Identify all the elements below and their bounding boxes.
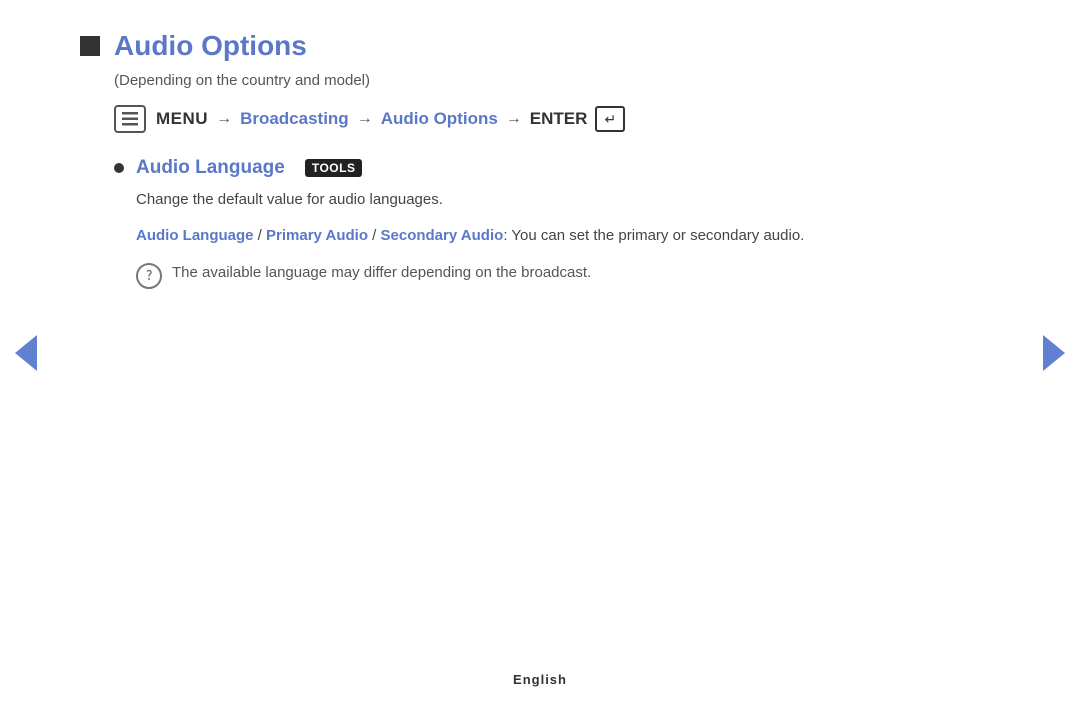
arrow-1: → bbox=[216, 110, 232, 128]
menu-label: MENU bbox=[156, 109, 208, 129]
title-square-icon bbox=[80, 36, 100, 56]
nav-left-button[interactable] bbox=[15, 335, 37, 371]
bullet-dot-icon bbox=[114, 163, 124, 173]
subtitle-text: (Depending on the country and model) bbox=[114, 72, 1000, 89]
enter-label: ENTER bbox=[530, 109, 588, 129]
slash-2: / bbox=[368, 227, 381, 244]
arrow-3: → bbox=[506, 110, 522, 128]
primary-audio-link[interactable]: Primary Audio bbox=[266, 227, 368, 244]
options-suffix: : You can set the primary or secondary a… bbox=[503, 227, 804, 244]
audio-language-title: Audio Language bbox=[136, 157, 285, 179]
slash-1: / bbox=[254, 227, 267, 244]
breadcrumb: MENU → Broadcasting → Audio Options → EN… bbox=[114, 105, 1000, 133]
enter-icon: ↵ bbox=[595, 106, 625, 132]
page-title: Audio Options bbox=[114, 30, 307, 62]
audio-options-link[interactable]: Audio Options bbox=[381, 109, 498, 129]
audio-language-link[interactable]: Audio Language bbox=[136, 227, 254, 244]
arrow-2: → bbox=[357, 110, 373, 128]
bullet-section: Audio Language TOOLS Change the default … bbox=[114, 157, 1000, 289]
menu-icon bbox=[114, 105, 146, 133]
secondary-audio-link[interactable]: Secondary Audio bbox=[381, 227, 504, 244]
audio-language-row: Audio Language TOOLS bbox=[114, 157, 1000, 179]
description-text: Change the default value for audio langu… bbox=[136, 189, 1000, 212]
tools-badge: TOOLS bbox=[305, 159, 363, 177]
note-icon bbox=[136, 263, 162, 289]
broadcasting-link[interactable]: Broadcasting bbox=[240, 109, 349, 129]
footer-text: English bbox=[513, 672, 567, 687]
title-row: Audio Options bbox=[80, 30, 1000, 62]
note-row: The available language may differ depend… bbox=[136, 262, 1000, 289]
note-text: The available language may differ depend… bbox=[172, 262, 591, 285]
nav-right-button[interactable] bbox=[1043, 335, 1065, 371]
audio-options-line: Audio Language / Primary Audio / Seconda… bbox=[136, 224, 1000, 248]
page-container: Audio Options (Depending on the country … bbox=[0, 0, 1080, 705]
